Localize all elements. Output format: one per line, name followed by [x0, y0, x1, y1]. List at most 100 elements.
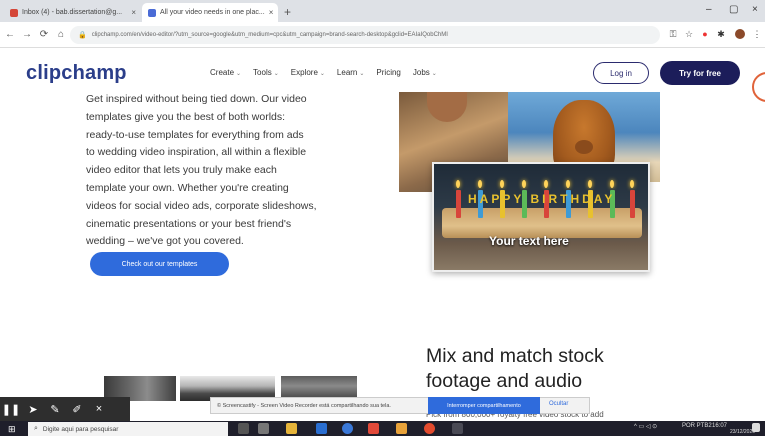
mail-icon[interactable]: [316, 423, 327, 434]
hide-button[interactable]: Ocultar: [549, 401, 568, 407]
nav-label: Create: [210, 68, 235, 77]
taskbar-app-icon[interactable]: [258, 423, 269, 434]
taskbar-search-input[interactable]: ⌕ Digite aqui para pesquisar: [28, 422, 228, 436]
heading-line: footage and audio: [426, 370, 583, 392]
highlighter-icon[interactable]: ✐: [66, 397, 88, 421]
chevron-down-icon: ⌄: [236, 71, 242, 77]
key-icon[interactable]: ⚿: [668, 29, 678, 39]
candle-flame: [588, 180, 592, 188]
candle-flame: [610, 180, 614, 188]
nav-learn[interactable]: Learn ⌄: [337, 68, 365, 77]
gmail-icon: [10, 8, 18, 17]
tray-icons[interactable]: ^ ▭ ◁ ⊙: [634, 423, 657, 430]
your-text-here-overlay: Your text here: [489, 234, 569, 248]
search-icon: ⌕: [34, 425, 38, 432]
window-close-button[interactable]: ×: [752, 4, 758, 15]
browser-tab-strip: Inbox (4) - bab.dissertation@g... × All …: [0, 0, 765, 22]
templates-description: Get inspired without being tied down. Ou…: [86, 91, 346, 251]
heading-line: Mix and match stock: [426, 345, 604, 367]
chrome-icon[interactable]: [424, 423, 435, 434]
notification-icon[interactable]: [752, 423, 760, 432]
back-button[interactable]: ←: [3, 29, 17, 40]
windows-taskbar: ⊞ ⌕ Digite aqui para pesquisar ^ ▭ ◁ ⊙ P…: [0, 421, 765, 436]
check-out-templates-button[interactable]: Check out our templates: [90, 252, 229, 276]
nav-label: Learn: [336, 68, 358, 77]
close-icon[interactable]: ×: [88, 397, 110, 421]
screen: Inbox (4) - bab.dissertation@g... × All …: [0, 0, 765, 436]
candle-flame: [478, 180, 482, 188]
dog-snout-shape: [575, 140, 593, 154]
nav-label: Tools: [253, 68, 272, 77]
try-for-free-button[interactable]: Try for free: [660, 61, 740, 85]
description-line: videos for social video ads, corporate s…: [86, 199, 317, 212]
share-notice-text: © Screencastify - Screen Video Recorder …: [217, 402, 391, 409]
address-bar-row: ← → ⟳ ⌂ 🔒 clipchamp.com/en/video-editor/…: [0, 22, 765, 48]
candle: [630, 190, 635, 218]
tab-close-icon[interactable]: ×: [265, 8, 274, 17]
nav-tools[interactable]: Tools ⌄: [253, 68, 279, 77]
description-line: ready-to-use templates for everything fr…: [86, 128, 304, 141]
pointer-icon[interactable]: ➤: [22, 397, 44, 421]
tab-clipchamp[interactable]: All your video needs in one plac... ×: [142, 3, 278, 22]
login-button[interactable]: Log in: [593, 62, 649, 84]
candle-flame: [500, 180, 504, 188]
pause-icon[interactable]: ❚❚: [0, 397, 22, 421]
description-line: to wedding video inspiration, all within…: [86, 146, 307, 159]
home-button[interactable]: ⌂: [54, 29, 68, 40]
clock-time[interactable]: 16:07: [712, 423, 727, 429]
profile-icon[interactable]: [735, 29, 745, 39]
nav-create[interactable]: Create ⌄: [210, 68, 241, 77]
description-line: video editor that lets you truly make ea…: [86, 164, 277, 177]
nav-jobs[interactable]: Jobs ⌄: [413, 68, 437, 77]
tab-gmail[interactable]: Inbox (4) - bab.dissertation@g... ×: [4, 3, 142, 22]
screen-recorder-toolbar: ❚❚ ➤ ✎ ✐ ×: [0, 397, 130, 421]
extension-icon[interactable]: ●: [700, 29, 710, 39]
description-line: templates give you the best of both worl…: [86, 110, 286, 123]
edge-icon[interactable]: [342, 423, 353, 434]
clipchamp-logo[interactable]: clipchamp: [26, 62, 127, 85]
forward-button[interactable]: →: [20, 29, 34, 40]
description-line: cinematic presentations or your best fri…: [86, 217, 292, 230]
taskbar-app-icon[interactable]: [452, 423, 463, 434]
chevron-down-icon: ⌄: [359, 71, 365, 77]
task-view-icon[interactable]: [238, 423, 249, 434]
candle-flame: [456, 180, 460, 188]
person-shape: [427, 92, 467, 122]
menu-icon[interactable]: ⋮: [752, 29, 762, 39]
description-line: wedding – we've got you covered.: [86, 235, 244, 248]
tab-close-icon[interactable]: ×: [127, 8, 136, 17]
nav-label: Jobs: [412, 68, 430, 77]
puzzle-icon[interactable]: ✱: [716, 29, 726, 39]
maximize-button[interactable]: ▢: [729, 4, 738, 15]
windows-start-icon[interactable]: ⊞: [8, 424, 18, 434]
description-line: template your own. Whether you're creati…: [86, 181, 289, 194]
minimize-button[interactable]: –: [706, 4, 712, 15]
description-line: Get inspired without being tied down. Ou…: [86, 93, 307, 105]
candle-flame: [566, 180, 570, 188]
tab-label: Inbox (4) - bab.dissertation@g...: [22, 9, 123, 16]
new-tab-button[interactable]: +: [284, 5, 291, 19]
candle-flame: [522, 180, 526, 188]
reload-button[interactable]: ⟳: [37, 29, 51, 40]
star-icon[interactable]: ☆: [684, 29, 694, 39]
site-nav: Create ⌄ Tools ⌄ Explore ⌄ Learn ⌄ Pricing J…: [210, 68, 437, 77]
search-placeholder: Digite aqui para pesquisar: [42, 425, 119, 433]
language-indicator[interactable]: POR PTB2: [682, 423, 712, 429]
url-field[interactable]: 🔒 clipchamp.com/en/video-editor/?utm_sou…: [70, 26, 660, 44]
clipchamp-favicon-icon: [148, 8, 156, 17]
stop-sharing-button[interactable]: Interromper compartilhamento: [428, 397, 540, 414]
nav-label: Pricing: [376, 68, 401, 77]
pen-icon[interactable]: ✎: [44, 397, 66, 421]
file-explorer-icon[interactable]: [286, 423, 297, 434]
lock-icon: 🔒: [78, 32, 87, 39]
chevron-down-icon: ⌄: [431, 71, 437, 77]
candle-flame: [630, 180, 634, 188]
chevron-down-icon: ⌄: [319, 71, 325, 77]
chevron-down-icon: ⌄: [273, 71, 279, 77]
nav-pricing[interactable]: Pricing: [376, 68, 400, 77]
nav-label: Explore: [290, 68, 318, 77]
nav-explore[interactable]: Explore ⌄: [291, 68, 325, 77]
mix-and-match-heading: Mix and match stock footage and audio: [426, 344, 686, 394]
office-icon[interactable]: [368, 423, 379, 434]
taskbar-app-icon[interactable]: [396, 423, 407, 434]
